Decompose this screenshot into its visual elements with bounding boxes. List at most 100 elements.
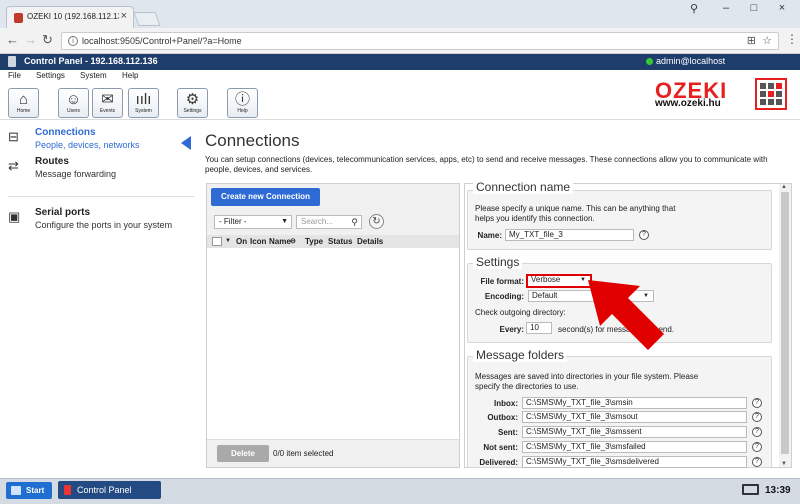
sidebar-item-desc: Configure the ports in your system — [35, 220, 173, 230]
sort-icon[interactable]: ⊖ — [290, 237, 296, 245]
system-button-label: System — [135, 108, 152, 114]
menu-settings[interactable]: Settings — [36, 71, 65, 80]
control-panel-icon — [64, 485, 71, 495]
filter-select[interactable]: - Filter - ▼ — [214, 215, 292, 229]
menu-system[interactable]: System — [80, 71, 107, 80]
start-label: Start — [26, 486, 45, 495]
inbox-input[interactable]: C:\SMS\My_TXT_file_3\smsin — [522, 397, 747, 409]
chevron-down-icon: ▼ — [281, 218, 288, 225]
logo-site: www.ozeki.hu — [655, 98, 721, 109]
system-button[interactable]: ıılı System — [128, 88, 159, 118]
profile-icon[interactable]: ⚲ — [684, 2, 704, 15]
collapse-sidebar-arrow-icon[interactable] — [181, 136, 191, 150]
site-info-icon[interactable]: i — [68, 36, 78, 46]
chart-icon: ıılı — [135, 91, 152, 108]
filter-value: - Filter - — [219, 217, 247, 226]
users-button[interactable]: ☺ Users — [58, 88, 89, 118]
help-button-label: Help — [237, 108, 248, 114]
column-details[interactable]: Details — [357, 237, 383, 246]
ozeki-favicon-icon — [14, 13, 23, 23]
column-status[interactable]: Status — [328, 237, 352, 246]
current-user[interactable]: admin@localhost — [656, 56, 725, 66]
sidebar-item-desc: People, devices, networks — [35, 140, 140, 150]
minimize-icon[interactable]: – — [716, 2, 736, 14]
outbox-input[interactable]: C:\SMS\My_TXT_file_3\smsout — [522, 411, 747, 423]
taskbar-control-panel[interactable]: Control Panel — [58, 481, 161, 499]
url-text: localhost:9505/Control+Panel/?a=Home — [82, 36, 242, 46]
start-icon — [11, 486, 21, 495]
form-scrollbar[interactable]: ▲ ▼ — [779, 184, 791, 467]
user-icon: ☺ — [65, 91, 82, 108]
forward-icon[interactable]: → — [24, 32, 37, 47]
app-header: Control Panel - 192.168.112.136 admin@lo… — [0, 54, 800, 70]
routes-icon: ⇄ — [8, 158, 19, 173]
column-on[interactable]: On — [236, 237, 247, 246]
home-icon: ⌂ — [18, 91, 29, 108]
connection-name-hint: Please specify a unique name. This can b… — [475, 204, 676, 223]
monitor-icon[interactable] — [742, 484, 759, 495]
every-input[interactable]: 10 — [526, 322, 552, 334]
sidebar-item-title: Connections — [35, 127, 96, 138]
scrollbar-thumb[interactable] — [781, 192, 789, 454]
app-header-title: Control Panel - 192.168.112.136 — [24, 56, 158, 66]
page-description: You can setup connections (devices, tele… — [205, 155, 768, 174]
sent-input[interactable]: C:\SMS\My_TXT_file_3\smssent — [522, 426, 747, 438]
column-name[interactable]: Name — [269, 237, 291, 246]
column-type[interactable]: Type — [305, 237, 323, 246]
connections-icon: ⊟ — [8, 129, 19, 144]
create-connection-button[interactable]: Create new Connection — [211, 188, 320, 206]
menu-file[interactable]: File — [8, 71, 21, 80]
events-button[interactable]: ✉ Events — [92, 88, 123, 118]
sidebar-item-title: Serial ports — [35, 207, 91, 218]
close-tab-icon[interactable]: × — [121, 10, 127, 22]
taskbar-app-label: Control Panel — [77, 485, 132, 495]
close-window-icon[interactable]: × — [772, 2, 792, 14]
reload-icon[interactable]: ↻ — [42, 32, 53, 48]
help-icon[interactable]: ? — [639, 230, 649, 240]
home-button[interactable]: ⌂ Home — [8, 88, 39, 118]
maximize-icon[interactable]: □ — [744, 2, 764, 14]
browser-tab-bar: OZEKI 10 (192.168.112.136 × ⚲ – □ × — [0, 0, 800, 28]
translate-icon[interactable]: ⊞ — [747, 34, 756, 47]
online-status-icon — [646, 58, 653, 65]
events-icon: ✉ — [101, 91, 114, 108]
url-field[interactable]: i localhost:9505/Control+Panel/?a=Home ⊞… — [61, 32, 779, 50]
not-sent-input[interactable]: C:\SMS\My_TXT_file_3\smsfailed — [522, 441, 747, 453]
help-icon[interactable]: ? — [752, 427, 762, 437]
help-icon[interactable]: ? — [752, 457, 762, 467]
name-input[interactable]: My_TXT_file_3 — [505, 229, 634, 241]
settings-button[interactable]: ⚙ Settings — [177, 88, 208, 118]
info-icon: ⓘ — [234, 91, 250, 108]
help-icon[interactable]: ? — [752, 398, 762, 408]
sent-label: Sent: — [498, 428, 518, 437]
new-tab-button[interactable] — [133, 12, 161, 26]
red-pointer-arrow-icon — [588, 280, 664, 350]
sidebar-item-title: Routes — [35, 156, 69, 167]
help-icon[interactable]: ? — [752, 412, 762, 422]
help-button[interactable]: ⓘ Help — [227, 88, 258, 118]
serial-icon: ▣ — [8, 209, 21, 224]
back-icon[interactable]: ← — [6, 32, 19, 47]
help-icon[interactable]: ? — [752, 442, 762, 452]
select-all-checkbox[interactable] — [212, 237, 222, 246]
sidebar-item-desc: Message forwarding — [35, 169, 117, 179]
browser-tab[interactable]: OZEKI 10 (192.168.112.136 × — [6, 6, 134, 28]
address-bar-row: ← → ↻ i localhost:9505/Control+Panel/?a=… — [0, 28, 800, 54]
home-button-label: Home — [16, 108, 31, 114]
delivered-input[interactable]: C:\SMS\My_TXT_file_3\smsdelivered — [522, 456, 747, 468]
start-button[interactable]: Start — [6, 482, 52, 499]
chevron-down-icon[interactable]: ▼ — [225, 238, 231, 244]
scroll-down-icon[interactable]: ▼ — [781, 461, 787, 467]
menu-help[interactable]: Help — [122, 71, 138, 80]
not-sent-label: Not sent: — [483, 443, 518, 452]
bookmark-star-icon[interactable]: ☆ — [762, 34, 772, 47]
gear-icon: ⚙ — [185, 91, 200, 108]
delete-button[interactable]: Delete — [217, 445, 269, 462]
scroll-up-icon[interactable]: ▲ — [781, 184, 787, 190]
settings-legend: Settings — [473, 255, 523, 269]
search-input[interactable]: Search... ⚲ — [296, 215, 362, 229]
refresh-icon[interactable]: ↻ — [369, 214, 384, 229]
browser-menu-icon[interactable]: ⋮ — [786, 32, 798, 46]
name-label: Name: — [477, 231, 502, 240]
column-icon[interactable]: Icon — [250, 237, 266, 246]
